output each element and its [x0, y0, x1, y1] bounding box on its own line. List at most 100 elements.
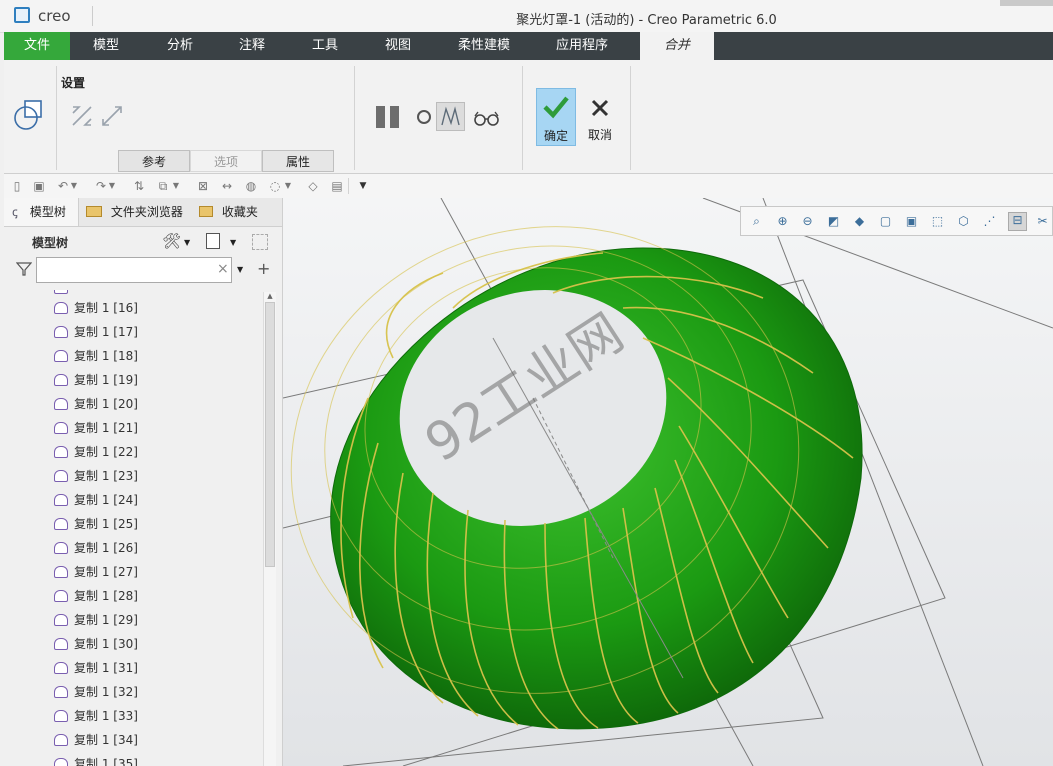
tree-row[interactable]: 复制 1 [32]	[54, 680, 138, 704]
windows-icon[interactable]: ⧉	[156, 179, 170, 193]
tree-row[interactable]: 复制 1 [25]	[54, 512, 138, 536]
tab-favorites[interactable]: 收藏夹	[199, 198, 279, 226]
tab-options[interactable]: 选项	[190, 150, 262, 172]
tree-row[interactable]: 复制 1 [31]	[54, 656, 138, 680]
check-icon	[543, 96, 569, 119]
chevron-down-icon[interactable]: ▼	[284, 179, 292, 193]
preview-icon	[441, 106, 460, 126]
tree-row[interactable]: 复制 1 [20]	[54, 392, 138, 416]
verify-glasses-icon[interactable]	[473, 109, 501, 127]
flip-direction-icon[interactable]	[70, 104, 94, 128]
pause-icon[interactable]	[376, 106, 385, 128]
tree-row[interactable]: 复制 1 [30]	[54, 632, 138, 656]
ok-button[interactable]: 确定	[536, 88, 576, 146]
tree-row[interactable]: 复制 1 [34]	[54, 728, 138, 752]
menu-merge-tab[interactable]: 合并	[640, 32, 714, 60]
chevron-down-icon[interactable]: ▼	[70, 179, 78, 193]
copy-feature-icon	[54, 686, 68, 698]
copy-feature-icon	[54, 374, 68, 386]
graphics-viewport[interactable]: 92工业网 ⌕ ⊕ ⊖ ◩ ◆ ▢ ▣ ⬚ ⬡ ⋰ ⊟ ✂	[283, 198, 1053, 766]
menu-flexible-modeling[interactable]: 柔性建模	[444, 32, 524, 60]
menu-file[interactable]: 文件	[4, 32, 70, 60]
add-filter-icon[interactable]: +	[257, 259, 270, 278]
tree-row[interactable]: 复制 1 [27]	[54, 560, 138, 584]
tree-row[interactable]: 复制 1 [16]	[54, 296, 138, 320]
display-style-icon[interactable]: ◆	[852, 214, 867, 229]
shading-icon[interactable]: ◌	[268, 179, 282, 193]
tree-row[interactable]: 复制 1 [29]	[54, 608, 138, 632]
chevron-down-icon[interactable]: ▼	[237, 265, 243, 274]
zoom-out-icon[interactable]: ⊖	[800, 214, 815, 229]
annotation-display-icon[interactable]: ⊟	[1008, 212, 1027, 231]
tree-row[interactable]: 复制 1 [33]	[54, 704, 138, 728]
column-settings-icon[interactable]	[252, 234, 268, 250]
menu-analysis[interactable]: 分析	[144, 32, 216, 60]
view-manager-icon[interactable]: ▣	[904, 214, 919, 229]
open-icon[interactable]: ▤	[330, 179, 344, 193]
sketch-icon[interactable]: ◇	[306, 179, 320, 193]
tree-row[interactable]: 复制 1 [22]	[54, 440, 138, 464]
repaint-icon[interactable]: ◩	[826, 214, 841, 229]
regenerate-icon[interactable]: ⇅	[132, 179, 146, 193]
tree-row[interactable]: 复制 1 [21]	[54, 416, 138, 440]
menu-applications[interactable]: 应用程序	[540, 32, 624, 60]
tree-row[interactable]: 复制 1 [28]	[54, 584, 138, 608]
chevron-down-icon[interactable]: ▼	[108, 179, 116, 193]
measure-icon[interactable]: ↔	[220, 179, 234, 193]
settings-tools-icon[interactable]: 🛠	[162, 232, 181, 250]
tree-row[interactable]: 复制 1 [35]	[54, 752, 138, 766]
new-file-icon[interactable]: ▯	[10, 179, 24, 193]
tree-row-label: 复制 1 [18]	[74, 349, 138, 363]
tab-properties[interactable]: 属性	[262, 150, 334, 172]
tab-folder-browser[interactable]: 文件夹浏览器	[86, 198, 196, 226]
perspective-icon[interactable]: ⬚	[930, 214, 945, 229]
show-list-icon[interactable]	[206, 233, 220, 249]
clear-search-icon[interactable]: ×	[217, 261, 229, 277]
saved-views-icon[interactable]: ▢	[878, 214, 893, 229]
flip-side-icon[interactable]	[100, 104, 124, 128]
menu-model[interactable]: 模型	[70, 32, 142, 60]
tree-row[interactable]: 复制 1 [18]	[54, 344, 138, 368]
tree-row[interactable]: 复制 1 [24]	[54, 488, 138, 512]
graphics-toolbar: ⌕ ⊕ ⊖ ◩ ◆ ▢ ▣ ⬚ ⬡ ⋰ ⊟ ✂	[740, 206, 1053, 236]
customize-dropdown-icon[interactable]: ▼	[356, 179, 370, 193]
scroll-up-icon[interactable]: ▲	[265, 292, 275, 302]
redo-icon[interactable]: ↷	[94, 179, 108, 193]
tab-references[interactable]: 参考	[118, 150, 190, 172]
tab-model-tree[interactable]: ꞔ 模型树	[4, 198, 79, 226]
divider	[630, 66, 631, 170]
zoom-in-icon[interactable]: ⊕	[775, 214, 790, 229]
tree-row[interactable]: 复制 1 [23]	[54, 464, 138, 488]
scroll-thumb[interactable]	[265, 302, 275, 567]
pause-icon[interactable]	[390, 106, 399, 128]
undo-icon[interactable]: ↶	[56, 179, 70, 193]
ok-label: 确定	[543, 129, 568, 143]
refit-icon[interactable]: ⌕	[749, 214, 764, 229]
chevron-down-icon[interactable]: ▼	[184, 238, 190, 247]
tree-row[interactable]: 复制 1 [17]	[54, 320, 138, 344]
datum-display-icon[interactable]: ⋰	[982, 214, 997, 229]
window-control[interactable]	[1000, 0, 1053, 6]
menu-annotate[interactable]: 注释	[216, 32, 288, 60]
chevron-down-icon[interactable]: ▼	[172, 179, 180, 193]
merge-type-icon[interactable]	[12, 98, 48, 134]
tree-row[interactable]: 复制 1 [26]	[54, 536, 138, 560]
chevron-down-icon[interactable]: ▼	[230, 238, 236, 247]
menu-tools[interactable]: 工具	[289, 32, 361, 60]
tree-row[interactable]: 复制 1 [19]	[54, 368, 138, 392]
copy-feature-icon	[54, 590, 68, 602]
menu-view[interactable]: 视图	[362, 32, 434, 60]
section-icon[interactable]: ⬡	[956, 214, 971, 229]
no-preview-icon[interactable]	[417, 110, 431, 124]
filter-icon[interactable]	[16, 261, 32, 277]
appearance-icon[interactable]: ◍	[244, 179, 258, 193]
tree-row-label: 复制 1 [32]	[74, 685, 138, 699]
preview-toggle-button[interactable]	[436, 102, 465, 131]
cancel-button[interactable]: 取消	[580, 88, 620, 146]
folder-icon	[86, 206, 102, 217]
tree-scrollbar[interactable]: ▲	[263, 292, 276, 766]
close-window-icon[interactable]: ⊠	[196, 179, 210, 193]
save-icon[interactable]: ▣	[32, 179, 46, 193]
tree-search-input[interactable]	[36, 257, 232, 283]
spin-center-icon[interactable]: ✂	[1035, 214, 1050, 229]
